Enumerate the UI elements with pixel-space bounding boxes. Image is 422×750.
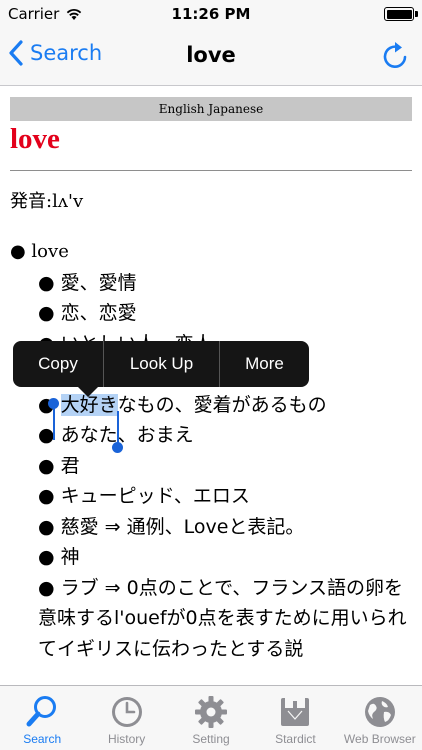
tab-history[interactable]: History (84, 686, 168, 750)
tab-stardict[interactable]: Stardict (253, 686, 337, 750)
copy-button[interactable]: Copy (13, 341, 103, 387)
page-title: love (186, 43, 236, 67)
pronunciation: 発音:lʌ'v (10, 191, 84, 212)
list-item-selected[interactable]: ● 大好きなもの、愛着があるもの (10, 390, 420, 421)
chevron-left-icon (9, 40, 23, 66)
battery-icon (384, 7, 414, 21)
item-rest: なもの、愛着があるもの (117, 393, 327, 416)
list-item: ● 恋、恋愛 (38, 302, 137, 324)
edit-menu-arrow (78, 387, 98, 397)
navigation-bar: Search love (0, 28, 422, 86)
tab-label: History (107, 732, 146, 746)
list-item: ● 慈愛 ⇒ 通例、Loveと表記。 (38, 515, 305, 538)
list-item: ● キューピッド、エロス (38, 485, 250, 507)
selection-end-handle[interactable] (117, 411, 119, 445)
status-time: 11:26 PM (171, 5, 251, 23)
divider (10, 170, 412, 171)
meaning-list: ● love ● 愛、愛情 ● 恋、恋愛 ● いとしい人、恋人 ● 愛着、愛好 … (10, 237, 420, 664)
status-bar: Carrier 11:26 PM (0, 0, 422, 28)
back-button[interactable]: Search (8, 40, 102, 66)
more-button[interactable]: More (220, 341, 309, 387)
globe-icon (364, 697, 395, 727)
list-item-paragraph: ● ラブ ⇒ 0点のことで、フランス語の卵を意味するl'ouefが0点を表すため… (38, 576, 407, 660)
tab-setting[interactable]: Setting (169, 686, 253, 750)
headword: love (10, 123, 60, 155)
dictionary-name: English Japanese (10, 97, 412, 121)
battery-tip (415, 11, 418, 17)
tab-label: Setting (192, 732, 230, 746)
list-item: ● 神 (38, 546, 80, 568)
download-icon (281, 698, 310, 726)
tab-web-browser[interactable]: Web Browser (338, 686, 422, 750)
gear-icon (195, 696, 228, 728)
clock-icon (111, 697, 142, 727)
tab-bar: Search History Setting Stardict Web Brow… (0, 685, 422, 750)
list-item: ● 君 (38, 454, 80, 477)
edit-menu: Copy Look Up More (13, 341, 309, 387)
look-up-button[interactable]: Look Up (104, 341, 219, 387)
selection-end-knob[interactable] (112, 442, 123, 453)
tab-search[interactable]: Search (0, 686, 84, 750)
tab-label: Stardict (275, 732, 316, 746)
selection-start-handle[interactable] (53, 404, 55, 440)
refresh-icon[interactable] (380, 40, 412, 72)
tab-label: Web Browser (343, 732, 416, 746)
search-icon (26, 696, 57, 727)
list-item: ● 愛、愛情 (38, 271, 137, 294)
list-item-top: ● love (10, 241, 69, 262)
list-item: ● あなた、おまえ (38, 424, 194, 446)
back-button-label: Search (30, 41, 103, 65)
tab-label: Search (23, 732, 62, 746)
